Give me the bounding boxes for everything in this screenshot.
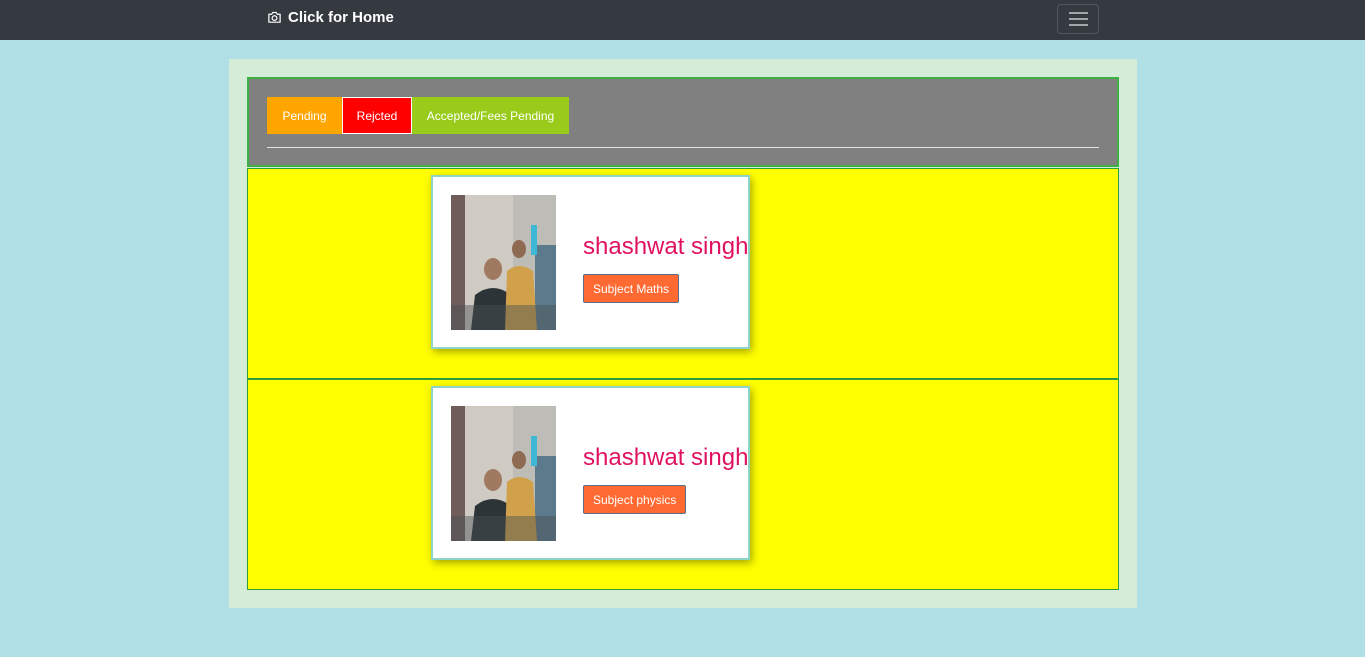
request-row: shashwat singh Subject physics — [247, 379, 1119, 590]
subject-button[interactable]: Subject physics — [583, 485, 687, 514]
student-name: shashwat singh — [583, 233, 749, 260]
student-photo — [451, 406, 556, 541]
student-name: shashwat singh — [583, 444, 749, 471]
brand-label: Click for Home — [288, 9, 394, 26]
subject-button[interactable]: Subject Maths — [583, 274, 680, 303]
navbar: Click for Home — [0, 0, 1365, 40]
student-photo — [451, 195, 556, 330]
tab-rejected[interactable]: Rejcted — [342, 97, 412, 134]
tab-pending[interactable]: Pending — [267, 97, 342, 134]
camera-icon — [267, 10, 282, 25]
student-card: shashwat singh Subject Maths — [431, 175, 750, 349]
navbar-toggler-button[interactable] — [1057, 4, 1099, 34]
student-card: shashwat singh Subject physics — [431, 386, 750, 560]
request-row: shashwat singh Subject Maths — [247, 168, 1119, 379]
divider — [267, 147, 1099, 148]
tab-accepted-fees-pending[interactable]: Accepted/Fees Pending — [412, 97, 569, 134]
status-tabs-panel: Pending Rejcted Accepted/Fees Pending — [247, 77, 1119, 167]
main-container: Pending Rejcted Accepted/Fees Pending sh… — [229, 59, 1137, 608]
home-link[interactable]: Click for Home — [267, 9, 394, 26]
